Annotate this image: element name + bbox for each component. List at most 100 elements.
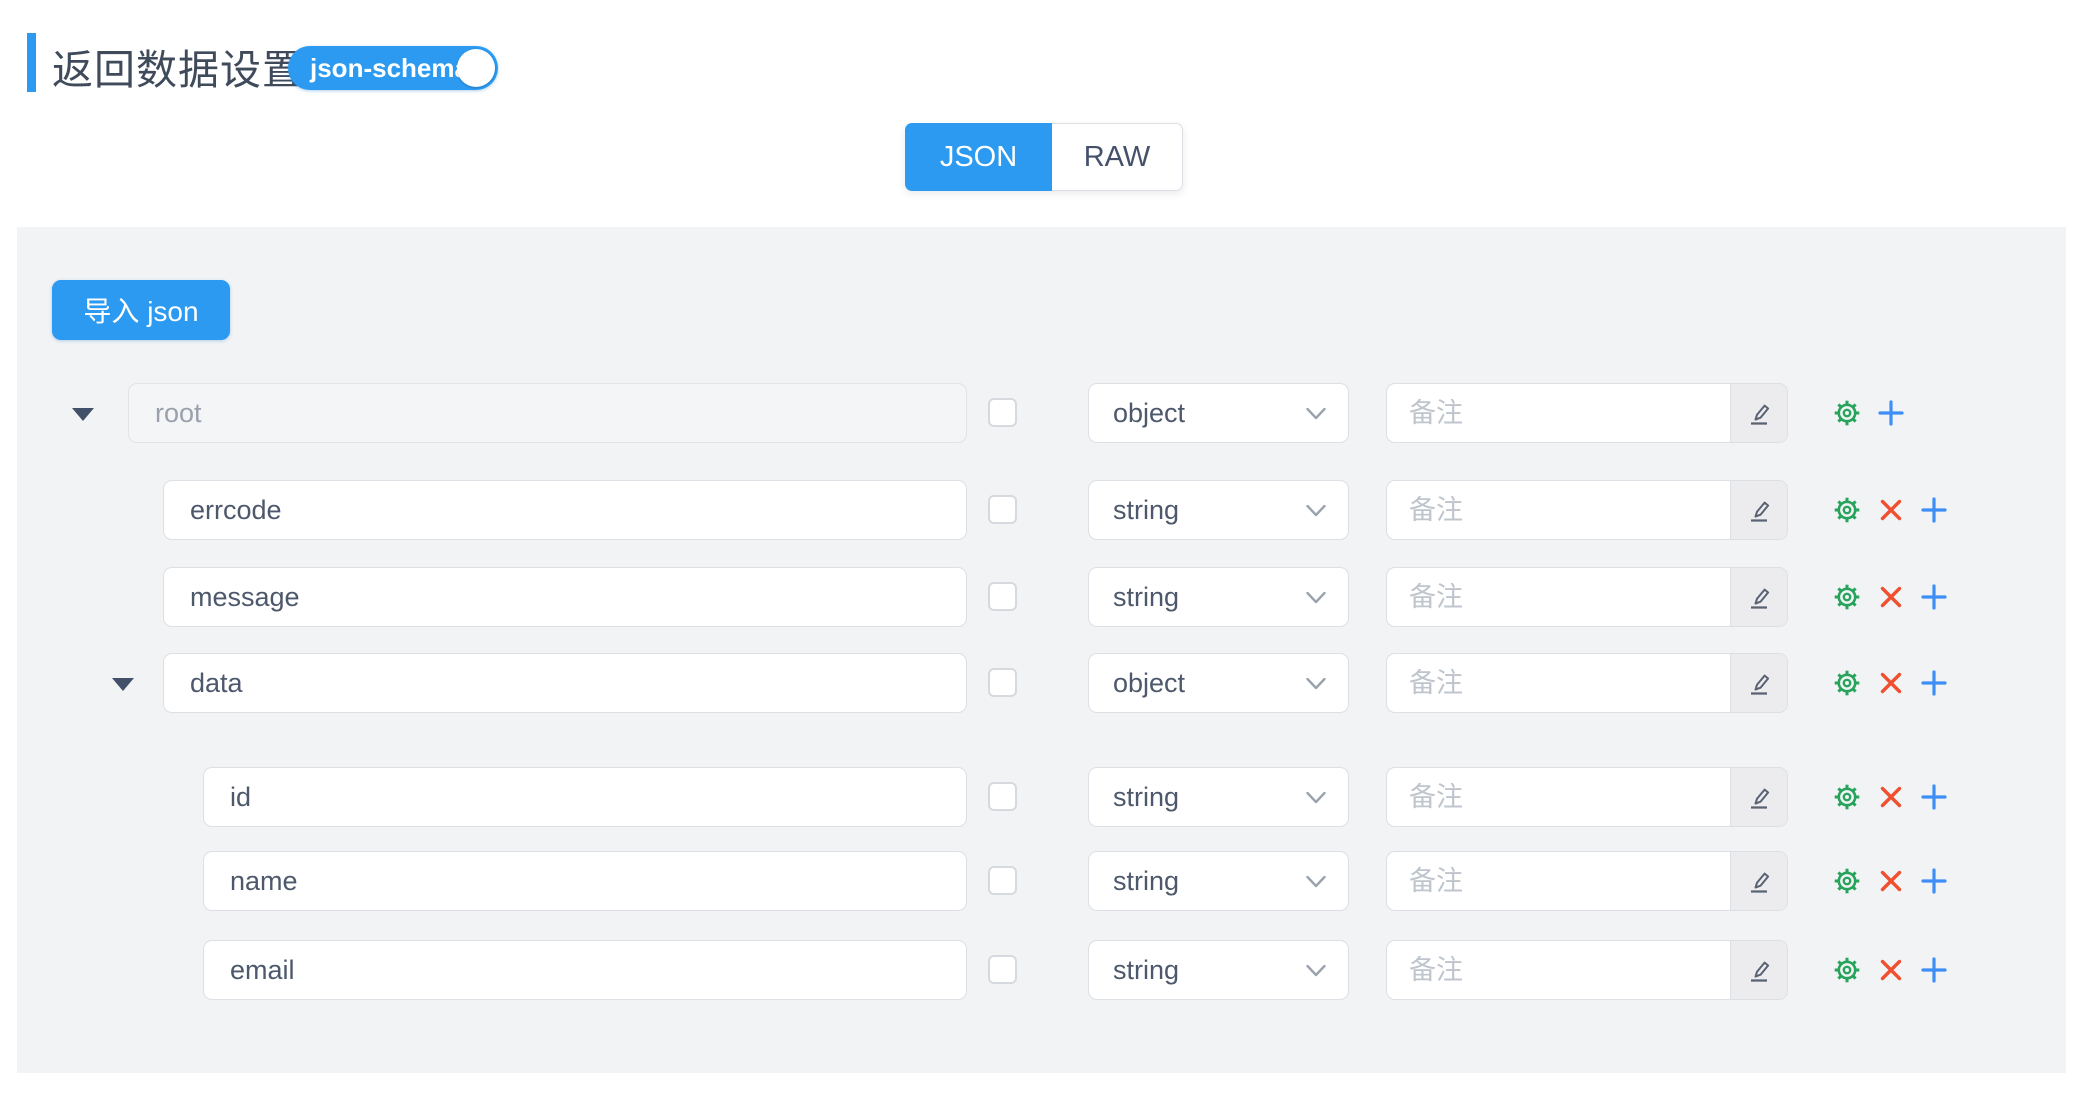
schema-row-root: object: [17, 383, 2066, 443]
chevron-down-icon: [1306, 965, 1326, 977]
type-select[interactable]: string: [1088, 851, 1349, 911]
chevron-down-icon: [1306, 678, 1326, 690]
edit-icon: [1744, 668, 1774, 698]
edit-remark-button[interactable]: [1730, 852, 1787, 910]
type-select-value: object: [1113, 398, 1185, 429]
schema-row: string: [17, 767, 2066, 827]
settings-icon[interactable]: [1833, 669, 1861, 697]
type-select-value: string: [1113, 955, 1179, 986]
add-field-icon[interactable]: [1920, 956, 1948, 984]
chevron-down-icon: [1306, 408, 1326, 420]
type-select[interactable]: string: [1088, 567, 1349, 627]
remark-input[interactable]: [1387, 481, 1730, 539]
required-checkbox[interactable]: [988, 582, 1017, 611]
field-name-input[interactable]: [163, 653, 967, 713]
type-select-value: string: [1113, 866, 1179, 897]
remark-input[interactable]: [1387, 654, 1730, 712]
remark-group: [1386, 653, 1788, 713]
schema-editor-panel: 导入 json object string: [17, 227, 2066, 1073]
delete-field-icon[interactable]: [1877, 956, 1905, 984]
delete-field-icon[interactable]: [1877, 496, 1905, 524]
required-checkbox[interactable]: [988, 955, 1017, 984]
required-checkbox[interactable]: [988, 866, 1017, 895]
remark-input[interactable]: [1387, 568, 1730, 626]
add-field-icon[interactable]: [1920, 669, 1948, 697]
settings-icon[interactable]: [1833, 867, 1861, 895]
add-field-icon[interactable]: [1920, 783, 1948, 811]
remark-input[interactable]: [1387, 852, 1730, 910]
edit-remark-button[interactable]: [1730, 654, 1787, 712]
edit-icon: [1744, 495, 1774, 525]
chevron-down-icon: [1306, 505, 1326, 517]
toggle-knob: [457, 49, 495, 87]
field-name-input[interactable]: [163, 480, 967, 540]
remark-group: [1386, 480, 1788, 540]
edit-icon: [1744, 955, 1774, 985]
remark-input[interactable]: [1387, 384, 1730, 442]
required-checkbox[interactable]: [988, 495, 1017, 524]
remark-group: [1386, 940, 1788, 1000]
type-select[interactable]: object: [1088, 383, 1349, 443]
edit-icon: [1744, 866, 1774, 896]
type-select[interactable]: string: [1088, 940, 1349, 1000]
add-field-icon[interactable]: [1877, 399, 1905, 427]
remark-group: [1386, 383, 1788, 443]
field-name-input[interactable]: [128, 383, 967, 443]
tab-json[interactable]: JSON: [905, 123, 1052, 191]
remark-input[interactable]: [1387, 768, 1730, 826]
delete-field-icon[interactable]: [1877, 783, 1905, 811]
tab-raw[interactable]: RAW: [1052, 123, 1183, 191]
caret-down-icon[interactable]: [72, 408, 94, 421]
type-select[interactable]: string: [1088, 767, 1349, 827]
edit-remark-button[interactable]: [1730, 384, 1787, 442]
remark-group: [1386, 851, 1788, 911]
field-name-input[interactable]: [163, 567, 967, 627]
schema-row: string: [17, 480, 2066, 540]
add-field-icon[interactable]: [1920, 496, 1948, 524]
settings-icon[interactable]: [1833, 496, 1861, 524]
view-mode-tabs: JSON RAW: [905, 123, 1183, 191]
delete-field-icon[interactable]: [1877, 669, 1905, 697]
remark-group: [1386, 767, 1788, 827]
type-select-value: string: [1113, 582, 1179, 613]
type-select-value: object: [1113, 668, 1185, 699]
required-checkbox[interactable]: [988, 668, 1017, 697]
schema-row: string: [17, 567, 2066, 627]
chevron-down-icon: [1306, 876, 1326, 888]
field-name-input[interactable]: [203, 767, 967, 827]
edit-remark-button[interactable]: [1730, 568, 1787, 626]
remark-group: [1386, 567, 1788, 627]
type-select-value: string: [1113, 495, 1179, 526]
required-checkbox[interactable]: [988, 398, 1017, 427]
settings-icon[interactable]: [1833, 956, 1861, 984]
field-name-input[interactable]: [203, 851, 967, 911]
remark-input[interactable]: [1387, 941, 1730, 999]
delete-field-icon[interactable]: [1877, 867, 1905, 895]
type-select[interactable]: string: [1088, 480, 1349, 540]
edit-remark-button[interactable]: [1730, 481, 1787, 539]
settings-icon[interactable]: [1833, 583, 1861, 611]
settings-icon[interactable]: [1833, 399, 1861, 427]
schema-row: string: [17, 940, 2066, 1000]
schema-row: string: [17, 851, 2066, 911]
title-accent-bar: [27, 33, 36, 92]
edit-icon: [1744, 582, 1774, 612]
add-field-icon[interactable]: [1920, 867, 1948, 895]
caret-down-icon[interactable]: [112, 678, 134, 691]
edit-icon: [1744, 782, 1774, 812]
chevron-down-icon: [1306, 792, 1326, 804]
edit-icon: [1744, 398, 1774, 428]
edit-remark-button[interactable]: [1730, 768, 1787, 826]
schema-row-data: object: [17, 653, 2066, 713]
type-select[interactable]: object: [1088, 653, 1349, 713]
json-schema-toggle-label: json-schema: [288, 55, 469, 81]
edit-remark-button[interactable]: [1730, 941, 1787, 999]
json-schema-toggle[interactable]: json-schema: [288, 46, 498, 90]
add-field-icon[interactable]: [1920, 583, 1948, 611]
import-json-button[interactable]: 导入 json: [52, 280, 230, 340]
type-select-value: string: [1113, 782, 1179, 813]
settings-icon[interactable]: [1833, 783, 1861, 811]
delete-field-icon[interactable]: [1877, 583, 1905, 611]
required-checkbox[interactable]: [988, 782, 1017, 811]
field-name-input[interactable]: [203, 940, 967, 1000]
